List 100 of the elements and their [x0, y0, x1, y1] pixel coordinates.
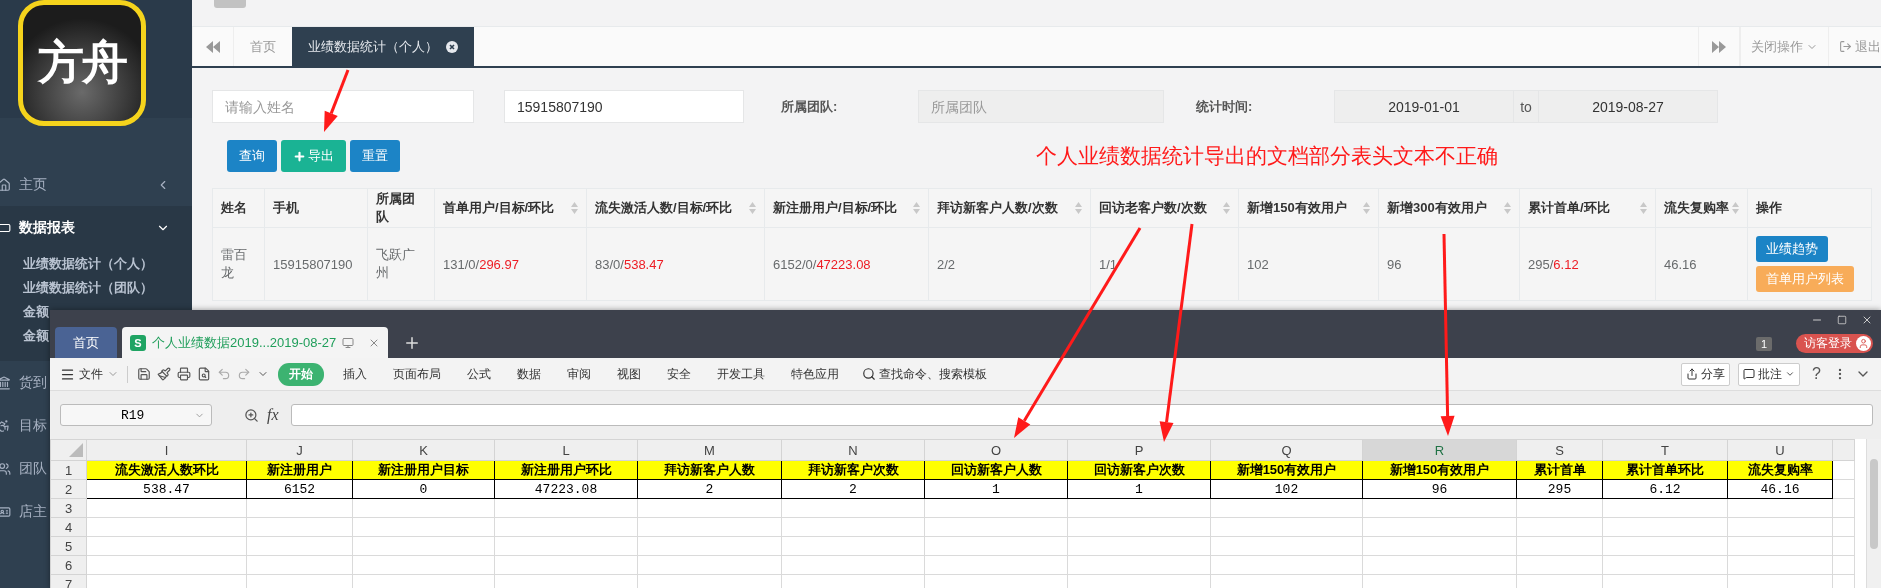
nav-icon [0, 418, 11, 433]
nav-item[interactable]: 数据报表 [0, 206, 192, 249]
zoom-icon[interactable] [244, 407, 259, 423]
column-header[interactable]: 拜访新客户人数/次数 [928, 188, 1091, 228]
column-header[interactable]: U [1727, 439, 1833, 461]
page-count-badge: 1 [1755, 336, 1772, 351]
column-header[interactable]: O [924, 439, 1068, 461]
close-icon[interactable] [1861, 314, 1873, 326]
column-header[interactable]: M [637, 439, 782, 461]
column-header[interactable]: 新注册用户/目标/环比 [764, 188, 929, 228]
name-box[interactable]: R19 [60, 404, 212, 426]
column-header[interactable]: S [1516, 439, 1603, 461]
nav-item[interactable]: 店主 [0, 490, 47, 533]
sort-icon [1223, 202, 1230, 214]
column-header[interactable]: L [494, 439, 638, 461]
document-tab[interactable]: 首页 [55, 327, 117, 358]
ribbon-tab[interactable]: 页面布局 [380, 365, 454, 383]
nav-icon [0, 461, 11, 476]
table-cell: 15915807190 [264, 227, 368, 301]
double-right-icon [1712, 40, 1726, 53]
column-header: 所属团队 [367, 188, 435, 228]
column-header[interactable]: K [352, 439, 495, 461]
name-field[interactable]: 请输入姓名 [212, 90, 474, 123]
column-header[interactable]: 回访老客户数/次数 [1090, 188, 1239, 228]
ribbon-tab[interactable]: 安全 [654, 365, 704, 383]
nav-subitem[interactable]: 金额 [23, 303, 49, 321]
start-date-field[interactable]: 2019-01-01 [1334, 90, 1514, 123]
close-icon[interactable] [446, 40, 458, 53]
scroll-left-button[interactable] [192, 27, 234, 66]
command-search[interactable]: 查找命令、搜索模板 [862, 365, 987, 383]
row-action-button[interactable]: 业绩趋势 [1756, 236, 1828, 262]
file-menu[interactable]: 文件 [60, 365, 128, 383]
ribbon-tab[interactable]: 数据 [504, 365, 554, 383]
sort-icon [571, 202, 578, 214]
nav-subitem[interactable]: 业绩数据统计（团队） [23, 279, 153, 297]
nav-icon [0, 375, 11, 390]
table-cell: 1/1 [1090, 227, 1239, 301]
team-field[interactable]: 所属团队 [918, 90, 1164, 123]
help-button[interactable]: ? [1808, 365, 1825, 383]
caret-icon [1785, 369, 1796, 379]
action-button[interactable]: 查询 [227, 140, 277, 172]
table-cell: 295/6.12 [1519, 227, 1656, 301]
monitor-icon [342, 336, 355, 349]
column-header[interactable]: 流失复购率 [1655, 188, 1748, 228]
column-header[interactable]: R [1362, 439, 1517, 461]
share-button[interactable]: 分享 [1681, 362, 1731, 386]
ribbon-tab[interactable]: 公式 [454, 365, 504, 383]
sort-icon [913, 202, 920, 214]
nav-subitem[interactable]: 业绩数据统计（个人） [23, 255, 153, 273]
app-icon: S [130, 334, 146, 351]
scrollbar[interactable] [1866, 439, 1881, 588]
login-button[interactable]: 访客登录 [1796, 334, 1873, 353]
logout-icon [1839, 40, 1852, 53]
column-header[interactable]: Q [1210, 439, 1363, 461]
arrow [324, 69, 350, 132]
table-cell: 飞跃广州 [367, 227, 435, 301]
comment-button[interactable]: 批注 [1738, 362, 1801, 386]
ribbon-tab[interactable]: 开发工具 [704, 365, 778, 383]
search-icon [862, 367, 876, 381]
field-label: 所属团队: [781, 97, 839, 116]
table-cell: 雷百龙 [212, 227, 265, 301]
comment-icon [1743, 368, 1756, 380]
table-cell: 96 [1378, 227, 1520, 301]
menu-icon [60, 366, 75, 382]
formula-field[interactable] [290, 404, 1873, 426]
nav-item[interactable]: 目标 [0, 404, 47, 447]
table-cell: 2/2 [928, 227, 1091, 301]
range-separator: to [1514, 90, 1538, 123]
logo-text: 方舟 [38, 35, 126, 90]
nav-item[interactable]: 团队 [0, 447, 47, 490]
column-header[interactable]: I [86, 439, 247, 461]
column-header[interactable]: 首单用户/目标/环比 [434, 188, 587, 228]
column-header[interactable]: J [246, 439, 353, 461]
page-tab[interactable]: 业绩数据统计（个人） [292, 27, 474, 66]
scroll-right-button[interactable] [1698, 27, 1740, 66]
action-button[interactable]: 重置 [350, 140, 400, 172]
column-header[interactable]: 累计首单/环比 [1519, 188, 1656, 228]
menu-toggle-button[interactable] [214, 0, 246, 8]
ribbon-tab[interactable]: 审阅 [554, 365, 604, 383]
ribbon-tab[interactable]: 视图 [604, 365, 654, 383]
ribbon-tab[interactable]: 插入 [330, 365, 380, 383]
nav-item[interactable]: 货到 [0, 361, 47, 404]
column-header[interactable]: 新增300有效用户 [1378, 188, 1520, 228]
phone-field[interactable]: 15915807190 [504, 90, 744, 123]
column-header: 手机 [264, 188, 368, 228]
column-header[interactable]: T [1602, 439, 1728, 461]
column-header[interactable]: 流失激活人数/目标/环比 [586, 188, 765, 228]
maximize-icon[interactable] [1837, 315, 1847, 325]
nav-subitem[interactable]: 金额 [23, 327, 49, 345]
column-header[interactable]: N [781, 439, 925, 461]
table-cell: 46.16 [1655, 227, 1748, 301]
avatar-icon [1856, 336, 1871, 351]
ribbon-tab[interactable]: 特色应用 [778, 365, 852, 383]
column-header: 姓名 [212, 188, 265, 228]
column-header[interactable]: 新增150有效用户 [1238, 188, 1379, 228]
nav-item[interactable]: 主页 [0, 163, 192, 206]
function-label: fx [267, 406, 279, 424]
column-header[interactable]: P [1067, 439, 1211, 461]
double-left-icon [206, 40, 220, 53]
end-date-field[interactable]: 2019-08-27 [1538, 90, 1718, 123]
